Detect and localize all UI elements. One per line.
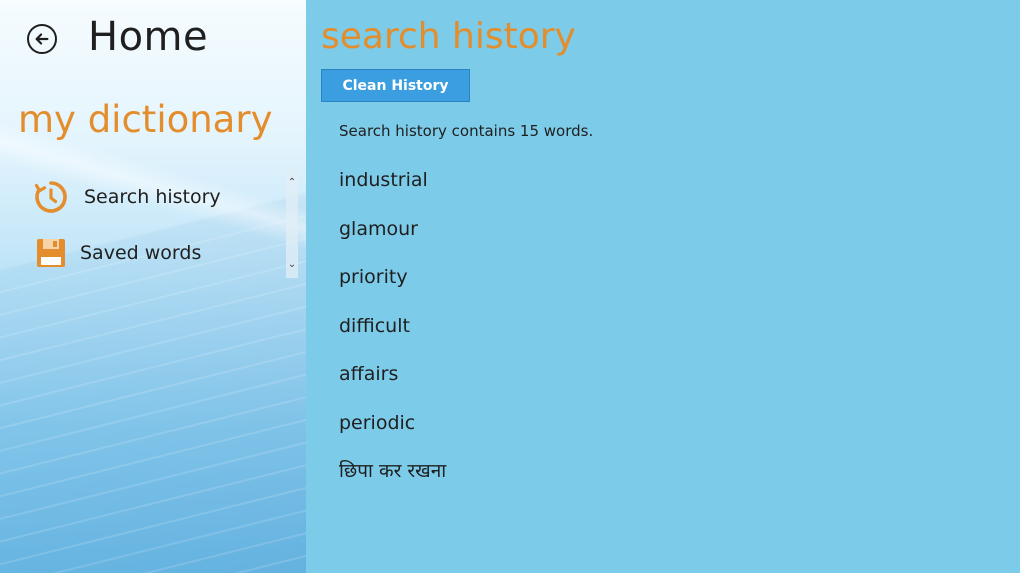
word-list: industrial glamour priority difficult af… bbox=[339, 165, 739, 491]
app-title: my dictionary bbox=[18, 98, 273, 141]
page-title: search history bbox=[321, 16, 576, 57]
word-item[interactable]: affairs bbox=[339, 359, 739, 408]
nav-scrollbar[interactable]: ⌃ ⌄ bbox=[286, 170, 298, 278]
word-item[interactable]: difficult bbox=[339, 311, 739, 360]
scroll-down-icon[interactable]: ⌄ bbox=[286, 258, 298, 272]
scroll-up-icon[interactable]: ⌃ bbox=[286, 176, 298, 190]
navigation-pane: Home my dictionary Search history Saved … bbox=[0, 0, 306, 573]
back-arrow-icon bbox=[35, 33, 49, 45]
content-pane: search history Clean History Search hist… bbox=[306, 0, 1020, 573]
nav-item-label: Search history bbox=[84, 186, 221, 208]
history-clock-icon bbox=[32, 178, 70, 216]
nav-item-label: Saved words bbox=[80, 242, 202, 264]
word-item[interactable]: periodic bbox=[339, 408, 739, 457]
clean-history-button[interactable]: Clean History bbox=[321, 69, 470, 102]
home-title: Home bbox=[88, 14, 209, 60]
word-item[interactable]: priority bbox=[339, 262, 739, 311]
nav-item-saved-words[interactable]: Saved words bbox=[32, 233, 201, 273]
nav-item-search-history[interactable]: Search history bbox=[32, 177, 221, 217]
word-item[interactable]: छिपा कर रखना bbox=[339, 456, 739, 491]
floppy-disk-icon bbox=[32, 234, 70, 272]
history-count-text: Search history contains 15 words. bbox=[339, 122, 594, 140]
word-item[interactable]: glamour bbox=[339, 214, 739, 263]
word-item[interactable]: industrial bbox=[339, 165, 739, 214]
back-button[interactable] bbox=[27, 24, 57, 54]
